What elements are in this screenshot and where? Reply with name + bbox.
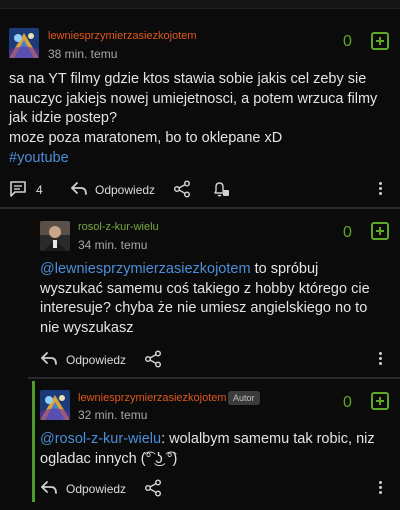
comment-line: nauczyc jakiejs nowej umiejetnosci, a po… [9, 90, 378, 107]
reply-icon[interactable] [70, 181, 88, 202]
author-badge: Autor [228, 391, 260, 405]
avatar[interactable] [40, 390, 70, 420]
reply-button[interactable]: Odpowiedz [66, 482, 126, 496]
top-bar [0, 0, 400, 9]
author-thread-indicator [32, 381, 35, 502]
comment-line: sa na YT filmy gdzie ktos stawia sobie j… [9, 71, 367, 87]
share-icon[interactable] [173, 180, 191, 203]
reply-button[interactable]: Odpowiedz [66, 353, 126, 367]
share-icon[interactable] [144, 350, 162, 373]
vote-count: 0 [343, 394, 352, 411]
comment-line: wyszukać samemu coś takiego z hobby któr… [40, 280, 370, 297]
comment-line-rest: : wolalbym samemu tak robic, niz [161, 431, 375, 447]
comment-text: @rosol-z-kur-wielu: wolalbym samemu tak … [40, 430, 375, 469]
avatar[interactable] [40, 221, 70, 251]
comment-line: moze poza maratonem, bo to oklepane xD [9, 129, 283, 146]
share-icon[interactable] [144, 479, 162, 502]
upvote-button[interactable] [371, 222, 389, 240]
username[interactable]: rosol-z-kur-wielu [78, 221, 159, 233]
timestamp: 34 min. temu [78, 238, 148, 252]
comment-text: @lewniesprzymierzasiezkojotem to spróbuj… [40, 260, 370, 338]
divider [28, 377, 400, 379]
vote-count: 0 [343, 224, 352, 241]
vote-count: 0 [343, 33, 352, 50]
comment-line: nie wyszukasz [40, 319, 134, 336]
upvote-button[interactable] [371, 392, 389, 410]
reply-icon[interactable] [40, 351, 58, 372]
username[interactable]: lewniesprzymierzasiezkojotem [78, 392, 227, 404]
divider [0, 207, 400, 209]
comment-line: jak idzie postep? [9, 110, 118, 126]
username[interactable]: lewniesprzymierzasiezkojotem [48, 30, 197, 42]
reply-button[interactable]: Odpowiedz [95, 183, 155, 197]
timestamp: 38 min. temu [48, 47, 118, 61]
user-mention-link[interactable]: @lewniesprzymierzasiezkojotem [40, 261, 251, 277]
more-options-icon[interactable] [379, 182, 382, 197]
reply-icon[interactable] [40, 480, 58, 501]
comment-line: @rosol-z-kur-wielu: wolalbym samemu tak … [40, 430, 375, 450]
comment-text: sa na YT filmy gdzie ktos stawia sobie j… [9, 70, 377, 148]
comment-line-rest: to spróbuj [250, 261, 319, 277]
timestamp: 32 min. temu [78, 408, 148, 422]
hashtag-link[interactable]: #youtube [9, 150, 69, 166]
avatar[interactable] [9, 28, 39, 58]
upvote-button[interactable] [371, 32, 389, 50]
comments-icon[interactable] [9, 181, 27, 202]
comment-line: @lewniesprzymierzasiezkojotem to spróbuj [40, 260, 370, 280]
comments-count[interactable]: 4 [36, 183, 43, 197]
user-mention-link[interactable]: @rosol-z-kur-wielu [40, 431, 161, 447]
comment-line: ogladac innych (͡° ͜ʖ ͡°) [40, 450, 178, 467]
more-options-icon[interactable] [379, 352, 382, 367]
notification-bell-icon[interactable] [212, 180, 230, 203]
more-options-icon[interactable] [379, 481, 382, 496]
comment-line: interesuje? chyba że nie umiesz angielsk… [40, 300, 368, 316]
